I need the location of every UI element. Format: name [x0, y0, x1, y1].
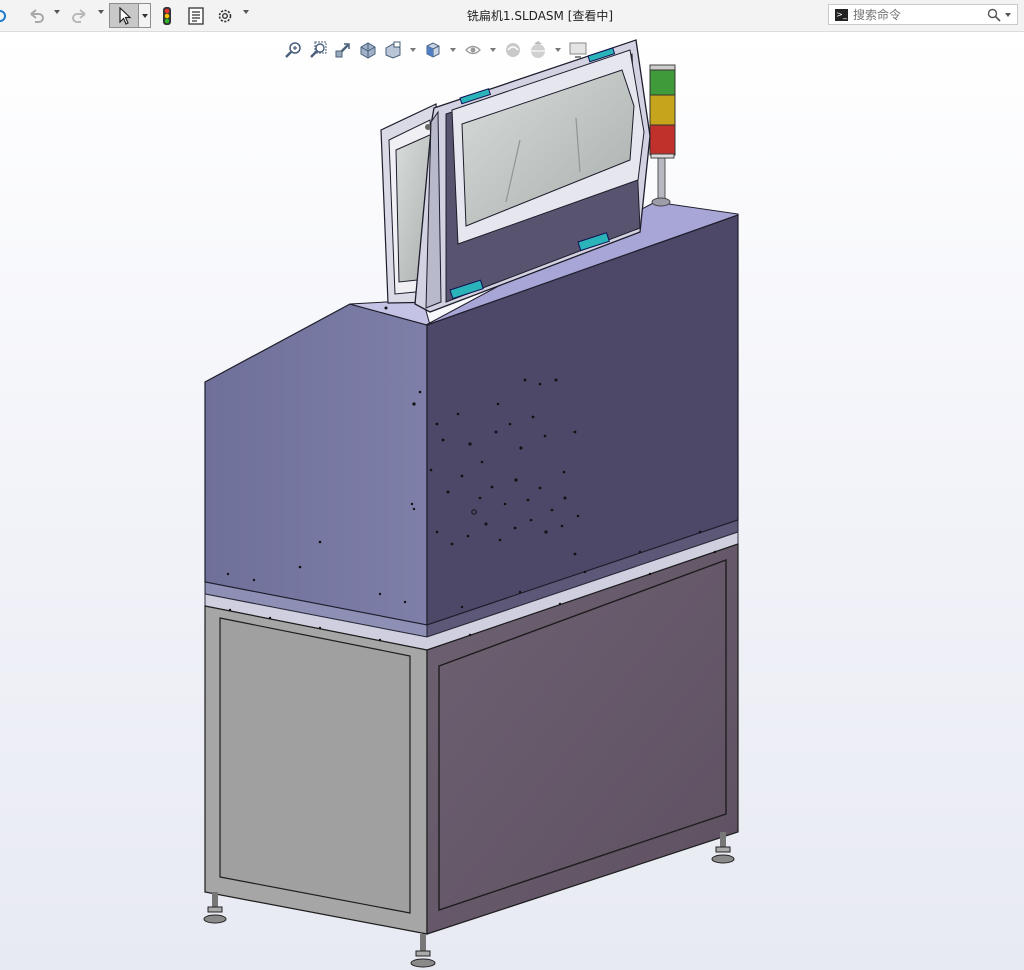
redo-icon[interactable]: [69, 3, 91, 28]
yellow-light-segment: [649, 94, 676, 126]
search-dropdown-icon[interactable]: [1005, 12, 1011, 17]
title-bar: 铣扁机1.SLDASM [查看中] >_: [0, 0, 1024, 32]
graphics-area[interactable]: [0, 32, 1024, 970]
rebuild-icon[interactable]: [0, 3, 8, 28]
search-commands-box[interactable]: >_: [828, 4, 1018, 25]
red-light-segment: [649, 124, 676, 156]
base-left-door[interactable]: [219, 617, 411, 914]
select-dropdown-icon[interactable]: [139, 3, 151, 28]
options-gear-icon[interactable]: [213, 3, 237, 28]
file-properties-icon[interactable]: [184, 3, 208, 28]
cabinet-left-side[interactable]: [204, 303, 428, 626]
undo-icon[interactable]: [25, 3, 47, 28]
undo-dropdown-icon[interactable]: [54, 10, 60, 14]
window-title: 铣扁机1.SLDASM [查看中]: [466, 9, 614, 23]
redo-dropdown-icon[interactable]: [98, 10, 104, 14]
milling-machine-assembly-model[interactable]: [0, 32, 1024, 970]
search-icon[interactable]: [983, 8, 1005, 22]
foot-front-left: [203, 892, 227, 924]
green-light-segment: [649, 69, 676, 96]
signal-tower-light[interactable]: [649, 64, 676, 207]
foot-front-center: [410, 934, 436, 968]
search-input[interactable]: [853, 7, 983, 22]
command-prompt-icon: >_: [835, 8, 848, 21]
select-arrow-icon[interactable]: [109, 3, 139, 28]
options-dropdown-icon[interactable]: [243, 10, 249, 14]
traffic-light-icon[interactable]: [157, 3, 177, 28]
